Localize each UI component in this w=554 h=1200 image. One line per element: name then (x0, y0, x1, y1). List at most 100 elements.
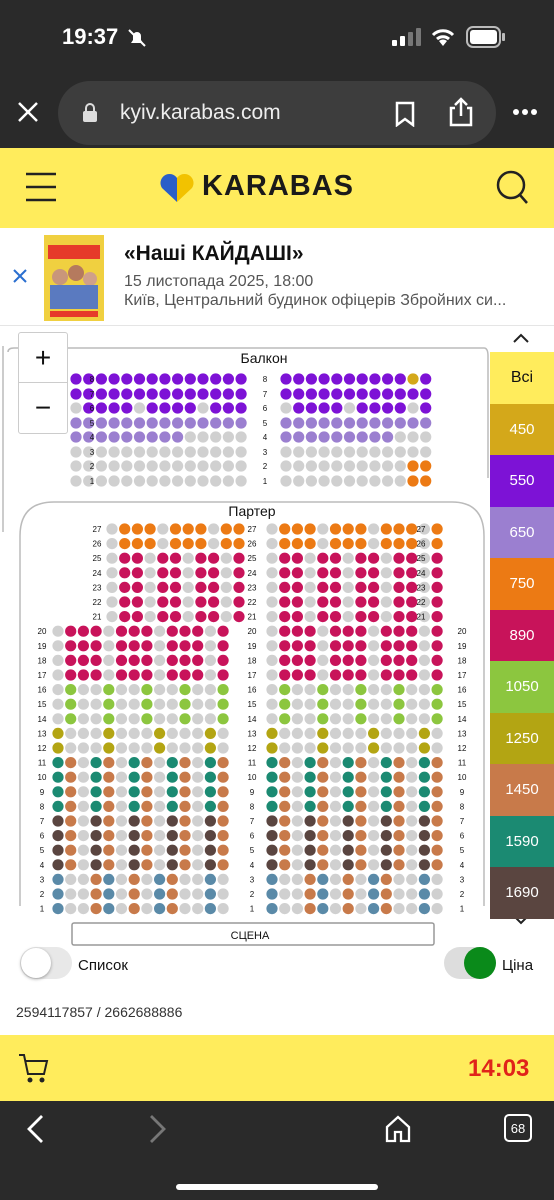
seat[interactable] (128, 669, 140, 681)
seat[interactable] (356, 402, 368, 414)
seat[interactable] (431, 844, 443, 856)
seat[interactable] (355, 567, 367, 579)
seat[interactable] (65, 684, 77, 696)
seat[interactable] (329, 523, 342, 535)
seat[interactable] (128, 903, 140, 915)
seat[interactable] (291, 567, 303, 579)
seat[interactable] (380, 654, 392, 666)
seat[interactable] (131, 567, 143, 579)
seat[interactable] (318, 388, 330, 400)
seat[interactable] (355, 815, 367, 827)
seat[interactable] (144, 538, 156, 550)
seat[interactable] (166, 859, 178, 871)
seat[interactable] (355, 552, 367, 564)
seat[interactable] (133, 417, 146, 429)
seat[interactable] (393, 771, 405, 783)
seat[interactable] (420, 388, 432, 400)
seat[interactable] (280, 417, 292, 429)
seat[interactable] (291, 625, 303, 637)
seat[interactable] (318, 431, 330, 443)
seat[interactable] (418, 859, 430, 871)
seat[interactable] (279, 800, 291, 812)
seat[interactable] (90, 625, 102, 637)
seat[interactable] (235, 417, 247, 429)
seat[interactable] (431, 771, 443, 783)
seat[interactable] (342, 640, 354, 652)
seat[interactable] (233, 567, 245, 579)
seat[interactable] (355, 596, 367, 608)
seat[interactable] (133, 373, 146, 385)
seat[interactable] (418, 903, 430, 915)
seat[interactable] (217, 640, 229, 652)
seat[interactable] (380, 844, 392, 856)
seat[interactable] (355, 611, 367, 623)
seat[interactable] (166, 844, 178, 856)
seat[interactable] (305, 417, 317, 429)
seat[interactable] (184, 402, 196, 414)
seat[interactable] (279, 552, 291, 564)
seat[interactable] (146, 373, 158, 385)
seat[interactable] (393, 581, 405, 593)
seat[interactable] (210, 388, 222, 400)
seat[interactable] (208, 581, 220, 593)
seat[interactable] (128, 859, 140, 871)
seat[interactable] (343, 417, 356, 429)
seat[interactable] (393, 859, 405, 871)
seat[interactable] (329, 581, 342, 593)
seat[interactable] (342, 873, 354, 886)
seat[interactable] (182, 538, 194, 550)
seat[interactable] (146, 417, 158, 429)
tabs-button[interactable]: 68 (504, 1114, 532, 1142)
seat[interactable] (279, 523, 291, 535)
seat[interactable] (317, 888, 329, 900)
seat[interactable] (217, 669, 229, 681)
seat[interactable] (133, 431, 146, 443)
seat[interactable] (329, 654, 342, 666)
seat[interactable] (90, 757, 102, 769)
seat[interactable] (169, 596, 182, 608)
seat[interactable] (65, 640, 77, 652)
seat[interactable] (304, 523, 316, 535)
seat[interactable] (217, 786, 229, 798)
seat[interactable] (368, 581, 380, 593)
seat[interactable] (52, 888, 64, 900)
seat[interactable] (222, 373, 234, 385)
seat[interactable] (195, 523, 207, 535)
seat[interactable] (204, 844, 216, 856)
seat[interactable] (279, 581, 291, 593)
seat[interactable] (65, 859, 77, 871)
seat[interactable] (304, 757, 316, 769)
seat[interactable] (266, 757, 278, 769)
seat[interactable] (266, 815, 278, 827)
seat[interactable] (90, 888, 102, 900)
seat[interactable] (317, 771, 329, 783)
seat[interactable] (141, 684, 153, 696)
seat[interactable] (380, 757, 392, 769)
seat[interactable] (119, 611, 131, 623)
seat[interactable] (141, 830, 153, 842)
seat[interactable] (65, 844, 77, 856)
seat[interactable] (280, 388, 292, 400)
seat[interactable] (103, 859, 115, 871)
seat[interactable] (90, 844, 102, 856)
seat[interactable] (380, 815, 392, 827)
seat[interactable] (233, 538, 245, 550)
seat[interactable] (95, 431, 107, 443)
seat[interactable] (382, 402, 394, 414)
seat[interactable] (317, 786, 329, 798)
seat[interactable] (128, 757, 140, 769)
seat[interactable] (141, 698, 153, 710)
seat[interactable] (406, 625, 418, 637)
seat[interactable] (65, 625, 77, 637)
seat[interactable] (217, 698, 229, 710)
seat[interactable] (279, 596, 291, 608)
seat[interactable] (159, 431, 171, 443)
seat[interactable] (119, 552, 131, 564)
seat[interactable] (317, 800, 329, 812)
seat[interactable] (266, 873, 278, 886)
seat[interactable] (65, 654, 77, 666)
seat[interactable] (197, 388, 209, 400)
seat[interactable] (169, 611, 182, 623)
seat[interactable] (179, 830, 191, 842)
seat[interactable] (431, 713, 443, 725)
